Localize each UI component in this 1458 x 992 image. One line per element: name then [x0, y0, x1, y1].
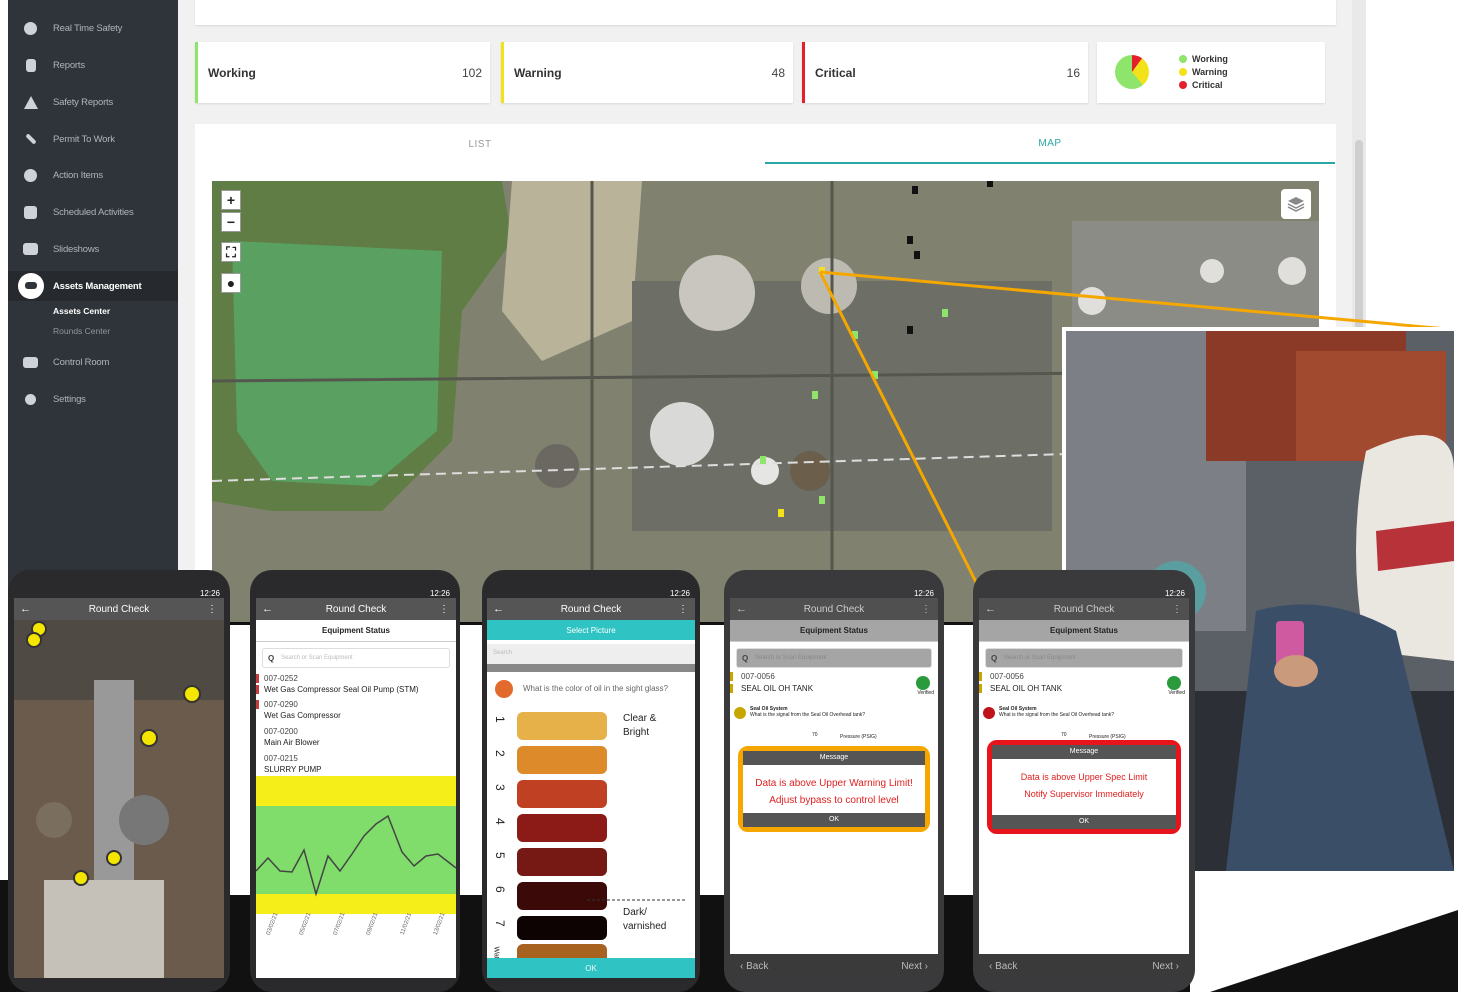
clear-bright-label: Clear & Bright — [623, 713, 657, 738]
back-button[interactable]: ‹ Back — [740, 961, 768, 972]
list-item-name[interactable]: Wet Gas Compressor Seal Oil Pump (STM) — [256, 685, 456, 694]
equipment-code: 007-0056 — [730, 672, 938, 681]
more-icon[interactable]: ⋮ — [439, 604, 449, 615]
more-icon[interactable]: ⋮ — [1172, 604, 1182, 615]
verified-label: Verified — [917, 690, 934, 696]
message-body: Data is above Upper Warning Limit! Adjust… — [755, 778, 913, 806]
ok-button[interactable]: OK — [487, 958, 695, 978]
ok-button[interactable]: OK — [992, 815, 1176, 829]
app-title: Round Check — [560, 603, 622, 615]
next-button[interactable]: Next › — [901, 961, 928, 972]
question-text: What is the color of oil in the sight gl… — [523, 684, 668, 693]
bottom-nav: ‹ Back Next › — [979, 954, 1189, 978]
picture-search-input[interactable]: Search — [487, 644, 695, 664]
more-icon[interactable]: ⋮ — [921, 604, 931, 615]
critical-status-dot — [983, 707, 995, 719]
phone-4-screen: ← Round Check ⋮ Equipment Status Search or… — [730, 598, 938, 978]
bottom-nav: ‹ Back Next › — [730, 954, 938, 978]
app-title: Round Check — [325, 603, 387, 615]
back-arrow-icon[interactable]: ← — [493, 603, 504, 615]
equipment-search-input[interactable]: Search or Scan Equipment — [985, 648, 1183, 668]
equipment-status-header: Equipment Status — [256, 620, 456, 642]
more-icon[interactable]: ⋮ — [678, 604, 688, 615]
app-bar: ← Round Check ⋮ — [979, 598, 1189, 620]
status-bar: 12:26 — [669, 589, 690, 598]
phone-3-screen: ← Round Check ⋮ Select Picture Search What… — [487, 598, 695, 978]
message-title: Message — [992, 745, 1176, 759]
warning-message-dialog: Message Data is above Upper Warning Limi… — [738, 746, 930, 832]
app-title: Round Check — [88, 603, 150, 615]
trend-chart: 03/02/21 05/02/21 07/02/21 09/02/21 11/0… — [256, 776, 456, 976]
composite-screenshot: Real Time Safety Reports Safety Reports … — [0, 0, 1458, 992]
next-button[interactable]: Next › — [1152, 961, 1179, 972]
phone-2-screen: ← Round Check ⋮ Equipment Status Search or… — [256, 598, 456, 978]
phone-1: 12:26 ← Round Check ⋮ — [8, 570, 230, 992]
critical-message-dialog: Message Data is above Upper Spec Limit No… — [987, 740, 1181, 834]
status-bar: 12:26 — [1164, 589, 1185, 598]
trend-chart-svg — [256, 776, 456, 914]
app-title: Round Check — [1053, 603, 1115, 615]
oil-color-scale[interactable]: 1 2 3 4 5 6 7 Watery Clear & Bright Dark… — [487, 706, 695, 968]
phone-1-screen: ← Round Check ⋮ — [14, 598, 224, 978]
dark-varnished-label: Dark/ varnished — [623, 907, 667, 932]
more-icon[interactable]: ⋮ — [207, 604, 217, 615]
app-bar: ← Round Check ⋮ — [487, 598, 695, 620]
status-bar: 12:26 — [913, 589, 934, 598]
equipment-status-header: Equipment Status — [730, 620, 938, 642]
equipment-photo — [14, 620, 224, 978]
back-arrow-icon[interactable]: ← — [20, 603, 31, 615]
back-arrow-icon[interactable]: ← — [985, 603, 996, 615]
reading-value: 70 — [812, 732, 818, 738]
equipment-search-input[interactable]: Search or Scan Equipment — [736, 648, 932, 668]
question-icon — [495, 680, 513, 698]
equipment-code: 007-0056 — [979, 672, 1189, 681]
app-title: Round Check — [803, 603, 865, 615]
equipment-search-input[interactable]: Search or Scan Equipment — [262, 648, 450, 668]
warning-status-dot — [734, 707, 746, 719]
phone-4: 12:26 ← Round Check ⋮ Equipment Status Sea… — [724, 570, 944, 992]
phone-5: 12:26 ← Round Check ⋮ Equipment Status Sea… — [973, 570, 1195, 992]
phone-3: 12:26 ← Round Check ⋮ Select Picture Searc… — [482, 570, 700, 992]
list-item-code[interactable]: 007-0200 — [256, 727, 456, 736]
list-item-name[interactable]: Main Air Blower — [256, 738, 456, 747]
select-picture-header: Select Picture — [487, 620, 695, 640]
back-arrow-icon[interactable]: ← — [736, 603, 747, 615]
list-item-code[interactable]: 007-0215 — [256, 754, 456, 763]
ok-button[interactable]: OK — [743, 813, 925, 827]
status-bar: 12:26 — [429, 589, 450, 598]
question-text: What is the signal from the Seal Oil Ove… — [750, 712, 866, 718]
phone-5-screen: ← Round Check ⋮ Equipment Status Search or… — [979, 598, 1189, 978]
list-item-name[interactable]: Wet Gas Compressor — [256, 711, 456, 720]
chart-dates: 03/02/21 05/02/21 07/02/21 09/02/21 11/0… — [265, 911, 447, 937]
verified-check-icon — [916, 676, 930, 690]
verified-label: Verified — [1168, 690, 1185, 696]
equipment-name: SEAL OIL OH TANK — [730, 684, 938, 693]
list-item-name[interactable]: SLURRY PUMP — [256, 765, 456, 774]
message-body: Data is above Upper Spec Limit Notify Sup… — [1020, 772, 1148, 799]
reading-unit: Pressure (PSIG) — [840, 734, 877, 740]
question-text: What is the signal from the Seal Oil Ove… — [999, 712, 1115, 718]
scale-numbers: 1 2 3 4 5 6 7 — [493, 716, 507, 927]
app-bar: ← Round Check ⋮ — [730, 598, 938, 620]
status-bar: 12:26 — [199, 589, 220, 598]
equipment-status-header: Equipment Status — [979, 620, 1189, 642]
phone-2: 12:26 ← Round Check ⋮ Equipment Status Sea… — [250, 570, 460, 992]
verified-check-icon — [1167, 676, 1181, 690]
reading-value: 70 — [1061, 732, 1067, 738]
list-item-code[interactable]: 007-0252 — [256, 674, 456, 683]
back-arrow-icon[interactable]: ← — [262, 603, 273, 615]
back-button[interactable]: ‹ Back — [989, 961, 1017, 972]
list-item-code[interactable]: 007-0290 — [256, 700, 456, 709]
app-bar: ← Round Check ⋮ — [256, 598, 456, 620]
equipment-name: SEAL OIL OH TANK — [979, 684, 1189, 693]
message-title: Message — [743, 751, 925, 765]
app-bar: ← Round Check ⋮ — [14, 598, 224, 620]
